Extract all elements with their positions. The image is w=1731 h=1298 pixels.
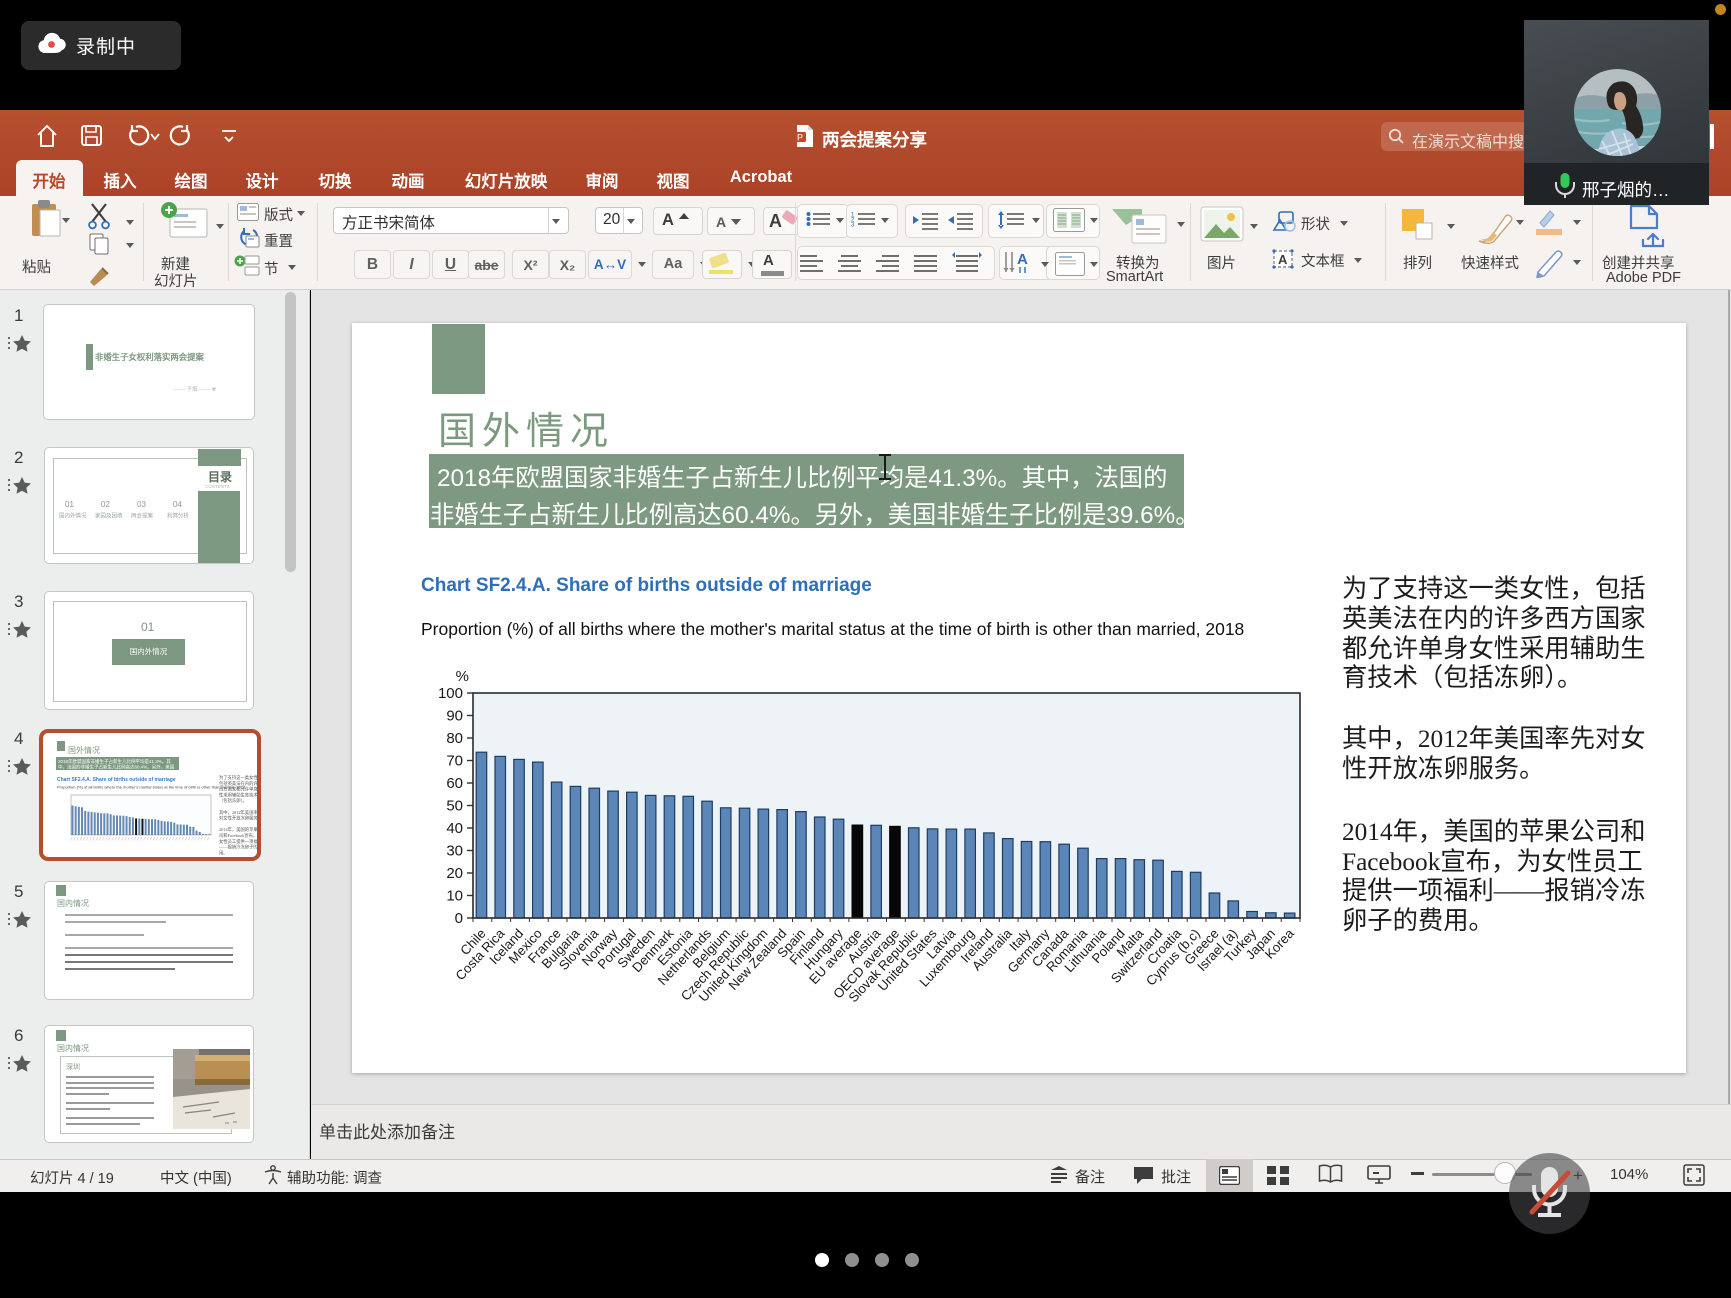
svg-text:3: 3 — [851, 223, 855, 229]
svg-text:A: A — [1278, 252, 1288, 267]
svg-text:80: 80 — [446, 730, 463, 747]
svg-text:90: 90 — [446, 708, 463, 725]
svg-text:0: 0 — [455, 910, 463, 927]
svg-text:P: P — [797, 133, 803, 143]
svg-text:%: % — [456, 668, 469, 685]
svg-text:70: 70 — [446, 753, 463, 770]
svg-text:60: 60 — [446, 775, 463, 792]
svg-text:10: 10 — [446, 888, 463, 905]
svg-text:40: 40 — [446, 820, 463, 837]
svg-text:A: A — [769, 211, 782, 231]
svg-text:100: 100 — [438, 685, 463, 702]
svg-text:50: 50 — [446, 798, 463, 815]
svg-text:30: 30 — [446, 843, 463, 860]
svg-text:20: 20 — [446, 865, 463, 882]
svg-text:A: A — [1017, 251, 1028, 268]
